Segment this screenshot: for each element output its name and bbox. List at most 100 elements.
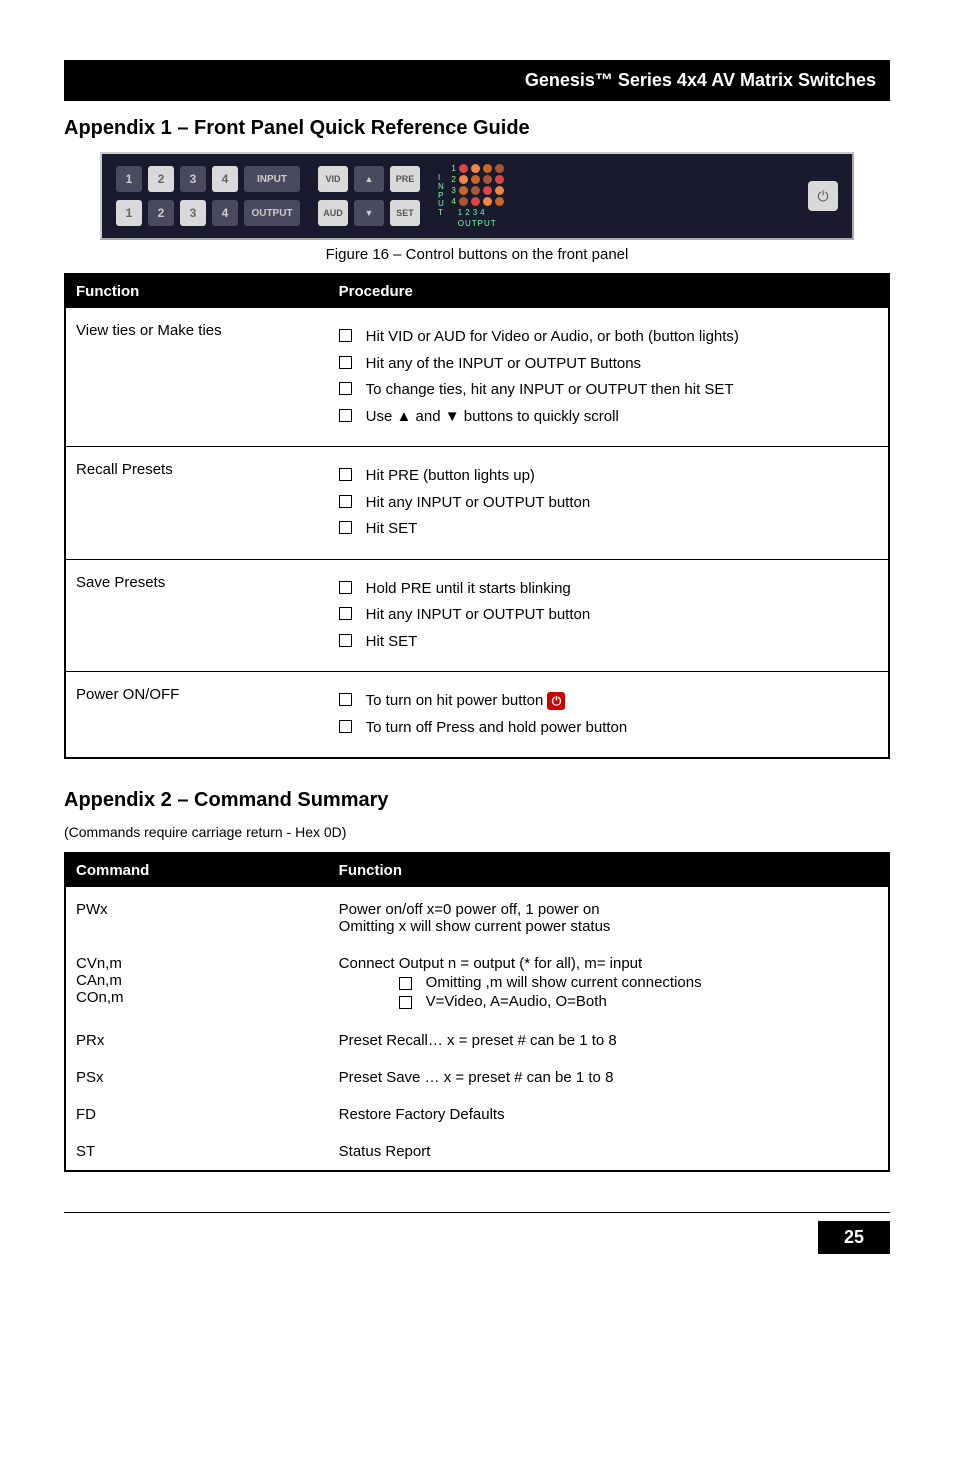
list-item-text: Use ▲ and ▼ buttons to quickly scroll [366,406,619,429]
command-table: Command Function PWxPower on/off x=0 pow… [64,852,890,1172]
procedure-cell: Hit PRE (button lights up) Hit any INPUT … [329,447,889,560]
cmd-cell: PWx [65,887,329,945]
table-row: PRxPreset Recall… x = preset # can be 1 … [65,1022,889,1059]
list-item: Hold PRE until it starts blinking [339,578,878,601]
list-item: Omitting ,m will show current connection… [399,974,878,991]
checkbox-bullet [339,581,352,594]
cmd-desc-cell: Power on/off x=0 power off, 1 power onOm… [329,887,889,945]
checkbox-bullet [339,634,352,647]
procedure-cell: Hold PRE until it starts blinking Hit any… [329,559,889,672]
th-cmd-function: Function [329,853,889,887]
output-btn-4: 4 [212,200,238,226]
cmd-cell: FD [65,1096,329,1133]
list-item: To turn off Press and hold power button [339,717,878,740]
table-row: PWxPower on/off x=0 power off, 1 power o… [65,887,889,945]
up-btn: ▲ [354,166,384,192]
list-item-text: Hit VID or AUD for Video or Audio, or bo… [366,326,739,349]
front-panel-illustration: 1 2 3 4 INPUT 1 2 3 4 OUTPUT VID ▲ PRE A… [100,152,854,240]
list-item-text: Hit any of the INPUT or OUTPUT Buttons [366,353,641,376]
checkbox-bullet [339,356,352,369]
list-item-text: Hit any INPUT or OUTPUT button [366,492,591,515]
command-note: (Commands require carriage return - Hex … [64,824,890,840]
appendix2-heading: Appendix 2 – Command Summary [64,789,890,812]
input-btn-1: 1 [116,166,142,192]
checkbox-bullet [339,409,352,422]
output-btn-1: 1 [116,200,142,226]
checkbox-bullet [339,607,352,620]
list-item-text: Hit SET [366,518,418,541]
input-btn-3: 3 [180,166,206,192]
list-item-text: V=Video, A=Audio, O=Both [426,993,607,1010]
checkbox-bullet [339,693,352,706]
cmd-desc-cell: Connect Output n = output (* for all), m… [329,945,889,1022]
cmd-cell: PSx [65,1059,329,1096]
list-item: Hit SET [339,631,878,654]
list-item: Use ▲ and ▼ buttons to quickly scroll [339,406,878,429]
checkbox-bullet [339,468,352,481]
list-item-text: To turn off Press and hold power button [366,717,628,740]
table-row: Save PresetsHold PRE until it starts bli… [65,559,889,672]
table-row: CVn,mCAn,mCOn,mConnect Output n = output… [65,945,889,1022]
fn-cell: Recall Presets [65,447,329,560]
cmd-desc-cell: Status Report [329,1133,889,1171]
input-vertical-label: I N P U T [438,174,444,218]
table-row: Recall PresetsHit PRE (button lights up)… [65,447,889,560]
list-item-text: Omitting ,m will show current connection… [426,974,702,991]
output-label: OUTPUT [244,200,300,226]
vid-btn: VID [318,166,348,192]
down-btn: ▼ [354,200,384,226]
list-item-text: Hold PRE until it starts blinking [366,578,571,601]
title-bar: Genesis™ Series 4x4 AV Matrix Switches [64,60,890,101]
fn-cell: Power ON/OFF [65,672,329,759]
page-number: 25 [818,1221,890,1254]
power-icon: ⏻ [817,188,828,205]
checkbox-bullet [339,521,352,534]
cmd-cell: CVn,mCAn,mCOn,m [65,945,329,1022]
power-button-illustration: ⏻ [808,181,838,211]
table-row: View ties or Make ties Hit VID or AUD for… [65,308,889,447]
table-row: Power ON/OFFTo turn on hit power button … [65,672,889,759]
checkbox-bullet [399,977,412,990]
input-btn-4: 4 [212,166,238,192]
th-command: Command [65,853,329,887]
table-row: STStatus Report [65,1133,889,1171]
list-item: Hit PRE (button lights up) [339,465,878,488]
power-icon: ⏻ [547,692,565,710]
cmd-desc-cell: Preset Save … x = preset # can be 1 to 8 [329,1059,889,1096]
list-item: Hit any INPUT or OUTPUT button [339,492,878,515]
function-table: Function Procedure View ties or Make tie… [64,273,890,759]
list-item: V=Video, A=Audio, O=Both [399,993,878,1010]
procedure-cell: To turn on hit power button ⏻ To turn off… [329,672,889,759]
list-item: Hit any INPUT or OUTPUT button [339,604,878,627]
th-procedure: Procedure [329,274,889,308]
set-btn: SET [390,200,420,226]
th-function: Function [65,274,329,308]
aud-btn: AUD [318,200,348,226]
fn-cell: Save Presets [65,559,329,672]
input-btn-2: 2 [148,166,174,192]
cmd-desc-cell: Restore Factory Defaults [329,1096,889,1133]
checkbox-bullet [399,996,412,1009]
pre-btn: PRE [390,166,420,192]
list-item-text: To change ties, hit any INPUT or OUTPUT … [366,379,734,402]
checkbox-bullet [339,382,352,395]
led-matrix: 1 2 3 4 1 2 3 4 OUTPUT [446,164,504,228]
checkbox-bullet [339,495,352,508]
cmd-desc-cell: Preset Recall… x = preset # can be 1 to … [329,1022,889,1059]
output-btn-2: 2 [148,200,174,226]
list-item: To turn on hit power button ⏻ [339,690,878,713]
cmd-cell: ST [65,1133,329,1171]
output-btn-3: 3 [180,200,206,226]
table-row: FDRestore Factory Defaults [65,1096,889,1133]
figure-caption: Figure 16 – Control buttons on the front… [64,246,890,263]
checkbox-bullet [339,720,352,733]
fn-cell: View ties or Make ties [65,308,329,447]
input-label: INPUT [244,166,300,192]
list-item-text: Hit SET [366,631,418,654]
cmd-cell: PRx [65,1022,329,1059]
checkbox-bullet [339,329,352,342]
list-item-text: To turn on hit power button ⏻ [366,690,566,713]
table-row: PSxPreset Save … x = preset # can be 1 t… [65,1059,889,1096]
page-footer: 25 [64,1212,890,1254]
list-item: Hit any of the INPUT or OUTPUT Buttons [339,353,878,376]
